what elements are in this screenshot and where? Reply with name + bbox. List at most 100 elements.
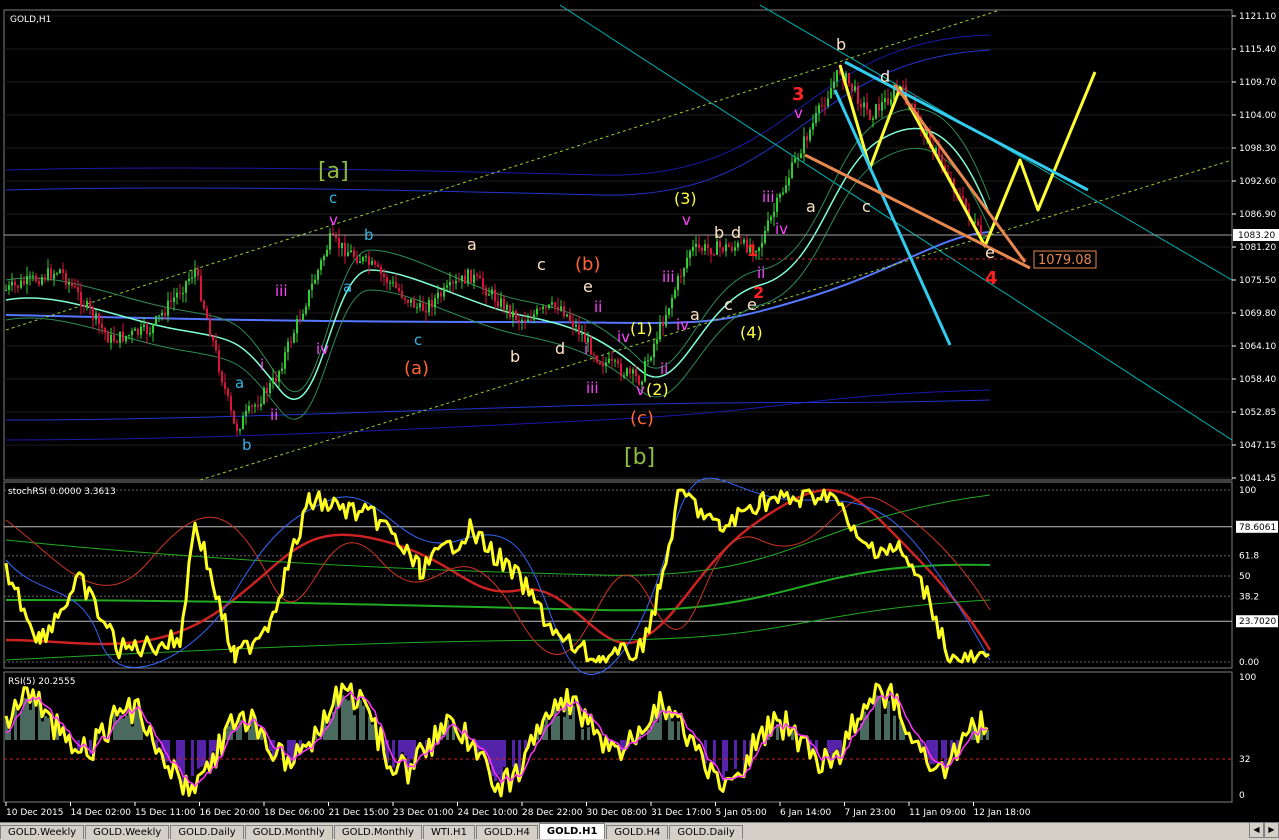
stoch-tick: 23.7020 — [1239, 617, 1276, 627]
tab-gold-monthly[interactable]: GOLD.Monthly — [244, 825, 333, 839]
tab-gold-weekly[interactable]: GOLD.Weekly — [0, 825, 85, 839]
price-tick: 1109.70 — [1239, 78, 1276, 88]
tab-scroll: ◀ ▶ — [1249, 822, 1279, 838]
wave-label: iv — [617, 328, 630, 346]
wave-label: c — [329, 189, 337, 207]
wave-label: iii — [762, 188, 775, 206]
wave-label: v — [794, 104, 803, 122]
price-tick: 1092.60 — [1239, 177, 1276, 187]
wave-label: (2) — [646, 380, 669, 399]
rsi-tick: 100 — [1239, 673, 1256, 683]
wave-label: b — [242, 436, 252, 454]
time-tick: 5 Jan 05:00 — [716, 808, 768, 818]
price-tick: 1069.80 — [1239, 309, 1276, 319]
tab-wti-h1[interactable]: WTI.H1 — [422, 825, 475, 839]
price-tick: 1086.90 — [1239, 210, 1276, 220]
wave-label: 1 — [747, 241, 758, 260]
wave-label: i — [260, 356, 264, 374]
time-tick: 24 Dec 10:00 — [458, 808, 519, 818]
wave-label: ii — [757, 264, 765, 282]
trading-terminal: [a] [b] 3 4 1 2 b d a c e c v b a iii iv… — [0, 0, 1279, 839]
time-tick: 31 Dec 17:00 — [651, 808, 712, 818]
wave-label: e — [985, 243, 995, 262]
wave-label: iii — [662, 268, 675, 286]
wave-label: a — [235, 374, 244, 392]
wave-label: i — [584, 340, 588, 358]
price-tick: 1098.30 — [1239, 144, 1276, 154]
time-tick: 28 Dec 22:00 — [522, 808, 583, 818]
wave-label: v — [682, 211, 691, 229]
stoch-tick: 50 — [1239, 572, 1251, 582]
stoch-tick: 100 — [1239, 486, 1256, 496]
scroll-left-icon[interactable]: ◀ — [1249, 822, 1264, 838]
wave-label: (c) — [630, 408, 654, 429]
time-tick: 16 Dec 20:00 — [200, 808, 261, 818]
stoch-tick: 0.00 — [1239, 658, 1259, 668]
wave-label: (b) — [575, 254, 600, 275]
wave-label: iv — [316, 340, 329, 358]
wave-label: d — [555, 339, 565, 358]
price-tick: 1064.10 — [1239, 342, 1276, 352]
time-tick: 7 Jan 23:00 — [845, 808, 897, 818]
time-tick: 12 Jan 18:00 — [974, 808, 1031, 818]
wave-label: a — [806, 197, 816, 216]
wave-label: a — [467, 235, 477, 254]
wave-label: iii — [275, 282, 288, 300]
wave-label: v — [329, 211, 338, 229]
tab-gold-daily[interactable]: GOLD.Daily — [170, 825, 244, 839]
target-price-label: 1079.08 — [1038, 253, 1092, 268]
stoch-label: stochRSI 0.0000 3.3613 — [8, 487, 116, 497]
wave-label: c — [862, 197, 871, 216]
time-tick: 21 Dec 15:00 — [329, 808, 390, 818]
wave-label: 3 — [792, 84, 805, 105]
wave-label: b — [510, 347, 520, 366]
stoch-tick: 61.8 — [1239, 552, 1259, 562]
tab-gold-h4[interactable]: GOLD.H4 — [606, 825, 669, 839]
tab-gold-h4[interactable]: GOLD.H4 — [475, 825, 538, 839]
wave-label: c — [537, 255, 546, 274]
tab-gold-daily[interactable]: GOLD.Daily — [669, 825, 743, 839]
wave-label: c — [724, 295, 733, 314]
wave-label: b — [714, 223, 724, 242]
tab-gold-h1[interactable]: GOLD.H1 — [538, 823, 606, 839]
price-tick: 1058.40 — [1239, 375, 1276, 385]
price-tick: 1041.45 — [1239, 474, 1276, 484]
price-tick: 1121.10 — [1239, 12, 1276, 22]
time-tick: 15 Dec 11:00 — [135, 808, 196, 818]
wave-label: d — [880, 67, 890, 86]
tab-gold-monthly[interactable]: GOLD.Monthly — [333, 825, 422, 839]
wave-label: b — [364, 226, 374, 244]
price-tick: 1115.40 — [1239, 45, 1276, 55]
wave-label: ii — [594, 298, 602, 316]
wave-label: (a) — [404, 358, 429, 379]
price-tick: 1047.15 — [1239, 441, 1276, 451]
scroll-right-icon[interactable]: ▶ — [1264, 822, 1279, 838]
wave-label: d — [731, 223, 741, 242]
price-tick: 1104.00 — [1239, 111, 1276, 121]
wave-label: a — [343, 278, 352, 296]
time-tick: 18 Dec 06:00 — [264, 808, 325, 818]
wave-label: (1) — [630, 319, 653, 338]
time-tick: 6 Jan 14:00 — [780, 808, 832, 818]
price-axis: 1121.10 1115.40 1109.70 1104.00 1098.30 1092.… — [1232, 12, 1276, 484]
wave-label: ii — [660, 360, 668, 378]
chart-canvas[interactable]: [a] [b] 3 4 1 2 b d a c e c v b a iii iv… — [0, 0, 1279, 822]
rsi-label: RSI(5) 20.2555 — [8, 677, 75, 687]
wave-label: (4) — [740, 323, 763, 342]
time-tick: 23 Dec 01:00 — [393, 808, 454, 818]
wave-label: e — [583, 277, 593, 296]
tab-gold-weekly[interactable]: GOLD.Weekly — [85, 825, 170, 839]
time-tick: 10 Dec 2015 — [6, 808, 64, 818]
wave-label: ii — [270, 406, 278, 424]
stoch-tick: 38.2 — [1239, 592, 1259, 602]
rsi-tick: 32 — [1239, 755, 1250, 765]
wave-label: [a] — [318, 159, 349, 184]
time-tick: 30 Dec 08:00 — [587, 808, 648, 818]
time-tick: 14 Dec 02:00 — [71, 808, 132, 818]
wave-label: a — [690, 305, 700, 324]
wave-label: b — [836, 35, 846, 54]
wave-label: iii — [586, 379, 599, 397]
wave-label: v — [636, 381, 645, 399]
symbol-label: GOLD,H1 — [10, 15, 51, 25]
wave-label: iv — [775, 220, 788, 238]
